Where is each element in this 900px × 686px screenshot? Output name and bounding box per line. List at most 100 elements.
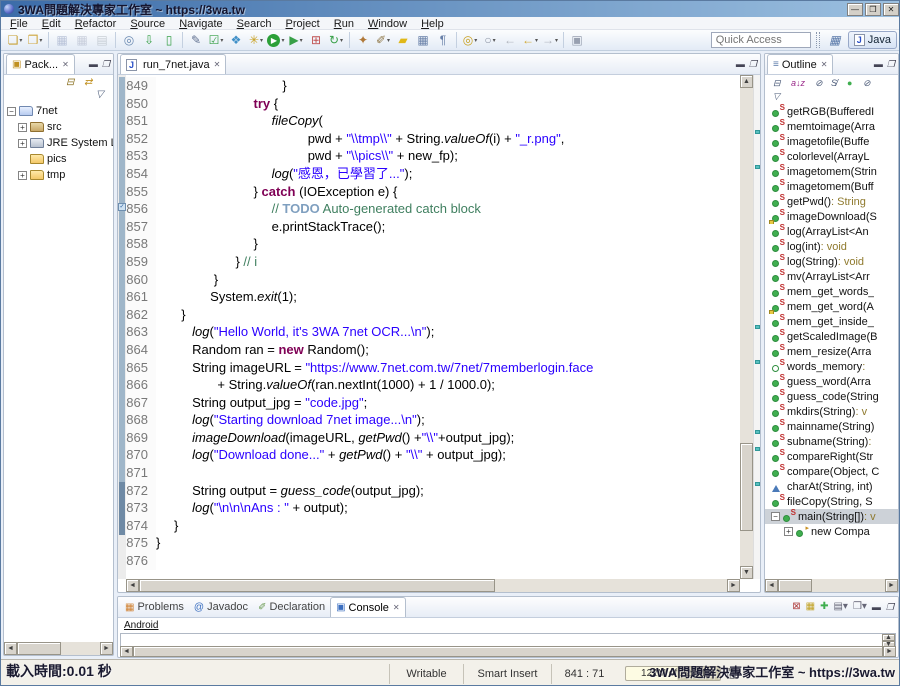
code-line[interactable]: 852 pwd + "\\tmp\\" + String.valueOf(i) … xyxy=(126,130,753,148)
link-with-editor-icon[interactable]: ⇄ xyxy=(84,77,92,88)
close-icon[interactable] xyxy=(883,3,899,16)
cursor-position[interactable]: 841 : 71 xyxy=(551,664,617,684)
outline-item[interactable]: Scolorlevel(ArrayL xyxy=(765,149,898,164)
outline-item[interactable]: Sguess_word(Arra xyxy=(765,374,898,389)
scroll-up-icon[interactable] xyxy=(740,75,753,88)
tree-item-src[interactable]: +src xyxy=(4,119,113,135)
code-line[interactable]: 850 try { xyxy=(126,95,753,113)
mark-occurrences-button[interactable]: ▰ xyxy=(394,31,412,49)
overview-ruler[interactable] xyxy=(753,75,760,579)
outline-item[interactable]: Smainname(String) xyxy=(765,419,898,434)
annotation-ruler[interactable] xyxy=(118,75,126,579)
tab-javadoc[interactable]: @Javadoc xyxy=(189,597,253,617)
code-line[interactable]: 875} xyxy=(126,534,753,552)
outline-item[interactable]: Swords_memory : xyxy=(765,359,898,374)
tab-package-explorer[interactable]: ▣ Pack... xyxy=(6,54,75,74)
editor-hscrollbar[interactable] xyxy=(126,579,740,592)
code-line[interactable]: 860 } xyxy=(126,271,753,289)
outline-hscrollbar[interactable] xyxy=(765,579,898,592)
code-line[interactable]: 863 log("Hello World, it's 3WA 7net OCR.… xyxy=(126,323,753,341)
open-type-button[interactable]: ✦ xyxy=(354,31,372,49)
minimize-view-icon[interactable] xyxy=(872,601,881,613)
verify-button[interactable]: ☑▾ xyxy=(207,31,225,49)
outline-item[interactable]: Simagetofile(Buffe xyxy=(765,134,898,149)
outline-item[interactable]: Smem_resize(Arra xyxy=(765,344,898,359)
expand-handle[interactable]: + xyxy=(18,139,27,148)
pencil-tool-button[interactable]: ✎ xyxy=(187,31,205,49)
run-last-button[interactable]: ▶▾ xyxy=(287,31,305,49)
maximize-view-icon[interactable] xyxy=(887,58,895,70)
scroll-thumb[interactable] xyxy=(139,579,495,592)
back-button[interactable]: ←▾ xyxy=(521,31,539,49)
code-line[interactable]: 866 + String.valueOf(ran.nextInt(1000) +… xyxy=(126,376,753,394)
code-editor[interactable]: 849 }850 try {851 fileCopy(852 pwd + "\\… xyxy=(126,75,753,579)
quick-access-input[interactable] xyxy=(711,32,811,48)
scroll-right-icon[interactable] xyxy=(727,579,740,592)
close-icon[interactable] xyxy=(393,603,400,612)
maximize-view-icon[interactable] xyxy=(102,58,110,70)
outline-item[interactable]: Slog(ArrayList<An xyxy=(765,224,898,239)
code-line[interactable]: 867 String output_jpg = "code.jpg"; xyxy=(126,394,753,412)
minimize-view-icon[interactable] xyxy=(874,58,883,70)
scroll-lock-icon[interactable]: ▦ xyxy=(806,601,815,613)
tree-item-tmp[interactable]: +tmp xyxy=(4,167,113,183)
scroll-thumb[interactable] xyxy=(17,642,61,655)
code-line[interactable]: 873 log("\n\n\nAns : " + output); xyxy=(126,499,753,517)
annotation-prev-button[interactable]: ○▾ xyxy=(481,31,499,49)
close-console-icon[interactable]: ⊠ xyxy=(792,601,800,613)
code-line[interactable]: 865 String imageURL = "https://www.7net.… xyxy=(126,359,753,377)
maximize-editor-icon[interactable] xyxy=(749,58,757,70)
outline-item[interactable]: ScompareRight(Str xyxy=(765,449,898,464)
outline-item[interactable]: Smemtoimage(Arra xyxy=(765,119,898,134)
last-edit-location-button[interactable]: ← xyxy=(501,31,519,49)
sort-icon[interactable]: a↓z xyxy=(791,78,805,88)
outline-item[interactable]: Sguess_code(String xyxy=(765,389,898,404)
run-external-tools-button[interactable]: ◎ xyxy=(120,31,138,49)
tab-run-7net-java[interactable]: run_7net.java xyxy=(120,54,226,74)
expand-handle[interactable]: + xyxy=(784,527,793,536)
tab-console[interactable]: ▣Console xyxy=(330,597,406,617)
code-line[interactable]: 857 e.printStackTrace(); xyxy=(126,218,753,236)
minimize-view-icon[interactable] xyxy=(89,58,98,70)
code-line[interactable]: 859 } // i xyxy=(126,253,753,271)
forward-button[interactable]: →▾ xyxy=(541,31,559,49)
code-line[interactable]: 870 log("Download done..." + getPwd() + … xyxy=(126,446,753,464)
hide-non-public-icon[interactable]: ● xyxy=(847,78,852,88)
scroll-thumb[interactable] xyxy=(133,646,883,657)
scroll-thumb[interactable] xyxy=(778,579,812,592)
hide-local-types-icon[interactable]: ⊘ xyxy=(863,78,871,89)
package-explorer-hscrollbar[interactable] xyxy=(4,642,113,655)
android-sdk-manager-button[interactable]: ⇩ xyxy=(140,31,158,49)
view-menu-icon[interactable]: ▽ xyxy=(96,89,104,100)
debug-button[interactable]: ✳▾ xyxy=(247,31,265,49)
console-hscrollbar[interactable] xyxy=(120,646,896,657)
open-perspective-button[interactable] xyxy=(826,31,844,49)
code-line[interactable]: 856 // TODO Auto-generated catch block xyxy=(126,200,753,218)
show-whitespace-button[interactable]: ¶ xyxy=(434,31,452,49)
task-marker-icon[interactable] xyxy=(118,203,126,211)
scroll-thumb[interactable] xyxy=(740,443,753,531)
expand-handle[interactable]: − xyxy=(7,107,16,116)
view-menu-icon[interactable]: ▽ xyxy=(773,91,780,102)
maximize-view-icon[interactable] xyxy=(886,601,894,613)
code-line[interactable]: 854 log("感恩，已學習了..."); xyxy=(126,165,753,183)
code-line[interactable]: 862 } xyxy=(126,306,753,324)
outline-item[interactable]: Simagetomem(Strin xyxy=(765,164,898,179)
coverage-button[interactable]: ⊞ xyxy=(307,31,325,49)
display-console-icon[interactable]: ▤▾ xyxy=(833,601,847,613)
code-line[interactable]: 855 } catch (IOException e) { xyxy=(126,183,753,201)
code-line[interactable]: 853 pwd + "\\pics\\" + new_fp); xyxy=(126,147,753,165)
pin-console-icon[interactable]: ✚ xyxy=(820,601,828,613)
scroll-left-icon[interactable] xyxy=(4,642,17,655)
scroll-up-icon[interactable] xyxy=(882,634,895,641)
code-line[interactable]: 876 xyxy=(126,552,753,570)
block-selection-button[interactable]: ▦ xyxy=(414,31,432,49)
code-line[interactable]: 868 log("Starting download 7net image...… xyxy=(126,411,753,429)
tree-item-7net[interactable]: −7net xyxy=(4,103,113,119)
android-avd-manager-button[interactable]: ▯ xyxy=(160,31,178,49)
outline-item[interactable]: SfileCopy(String, S xyxy=(765,494,898,509)
annotation-next-button[interactable]: ◎▾ xyxy=(461,31,479,49)
test-runner-button[interactable]: ❖ xyxy=(227,31,245,49)
code-line[interactable]: 861 System.exit(1); xyxy=(126,288,753,306)
close-icon[interactable] xyxy=(214,60,221,69)
